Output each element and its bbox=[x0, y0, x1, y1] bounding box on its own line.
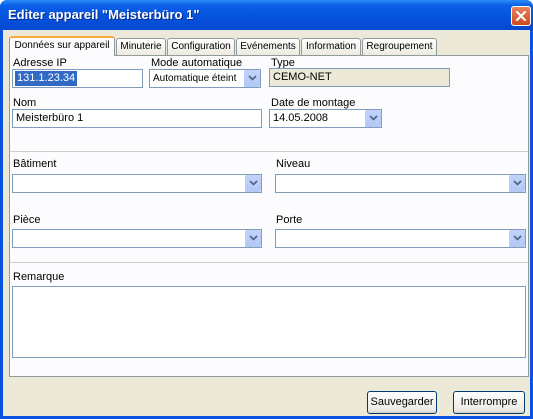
date-picker[interactable]: 14.05.2008 bbox=[269, 109, 382, 128]
tab-grouping[interactable]: Regroupement bbox=[362, 38, 437, 55]
mode-select[interactable]: Automatique éteint bbox=[149, 69, 261, 88]
ip-input[interactable]: 131.1.23.34 bbox=[12, 69, 143, 88]
close-icon bbox=[516, 11, 526, 21]
separator bbox=[10, 151, 528, 152]
name-input[interactable]: Meisterbüro 1 bbox=[12, 109, 262, 128]
chevron-down-icon bbox=[369, 115, 378, 121]
mode-value: Automatique éteint bbox=[153, 73, 237, 84]
type-value: CEMO-NET bbox=[273, 71, 332, 83]
ip-value: 131.1.23.34 bbox=[15, 71, 78, 86]
title-bar[interactable]: Editer appareil "Meisterbüro 1" bbox=[0, 0, 533, 30]
dialog-client: Données sur appareil Minuterie Configura… bbox=[3, 30, 530, 416]
name-value: Meisterbüro 1 bbox=[16, 112, 84, 124]
remark-label: Remarque bbox=[13, 271, 65, 283]
level-dropdown-button[interactable] bbox=[508, 175, 525, 192]
tab-configuration[interactable]: Configuration bbox=[167, 38, 235, 55]
door-dropdown-button[interactable] bbox=[508, 230, 525, 247]
date-dropdown-button[interactable] bbox=[364, 110, 381, 127]
chevron-down-icon bbox=[513, 235, 522, 241]
building-select[interactable] bbox=[12, 174, 262, 193]
tab-events[interactable]: Evénements bbox=[236, 38, 300, 55]
room-select[interactable] bbox=[12, 229, 262, 248]
mode-dropdown-button[interactable] bbox=[243, 70, 260, 87]
chevron-down-icon bbox=[513, 180, 522, 186]
tab-information[interactable]: Information bbox=[301, 38, 361, 55]
building-dropdown-button[interactable] bbox=[244, 175, 261, 192]
remark-textarea[interactable] bbox=[12, 286, 526, 358]
date-label: Date de montage bbox=[271, 97, 356, 109]
door-label: Porte bbox=[276, 214, 303, 226]
room-label: Pièce bbox=[13, 214, 41, 226]
building-label: Bâtiment bbox=[13, 158, 57, 170]
mode-label: Mode automatique bbox=[151, 57, 243, 69]
close-button[interactable] bbox=[511, 6, 531, 26]
cancel-button[interactable]: Interrompre bbox=[453, 391, 525, 414]
tab-device-data[interactable]: Données sur appareil bbox=[9, 36, 115, 56]
name-label: Nom bbox=[13, 97, 37, 109]
room-dropdown-button[interactable] bbox=[244, 230, 261, 247]
separator bbox=[10, 262, 528, 263]
window-title: Editer appareil "Meisterbüro 1" bbox=[8, 7, 200, 22]
ip-label: Adresse IP bbox=[13, 57, 67, 69]
type-field: CEMO-NET bbox=[269, 68, 450, 87]
save-button[interactable]: Sauvegarder bbox=[367, 391, 437, 414]
tab-panel: Adresse IP 131.1.23.34 Mode automatique … bbox=[9, 55, 529, 377]
level-select[interactable] bbox=[275, 174, 526, 193]
dialog-window: Editer appareil "Meisterbüro 1" Données … bbox=[0, 0, 533, 419]
door-select[interactable] bbox=[275, 229, 526, 248]
date-value: 14.05.2008 bbox=[273, 112, 329, 124]
chevron-down-icon bbox=[249, 235, 258, 241]
tab-timer[interactable]: Minuterie bbox=[116, 38, 166, 55]
chevron-down-icon bbox=[249, 180, 258, 186]
chevron-down-icon bbox=[248, 75, 257, 81]
level-label: Niveau bbox=[276, 158, 311, 170]
